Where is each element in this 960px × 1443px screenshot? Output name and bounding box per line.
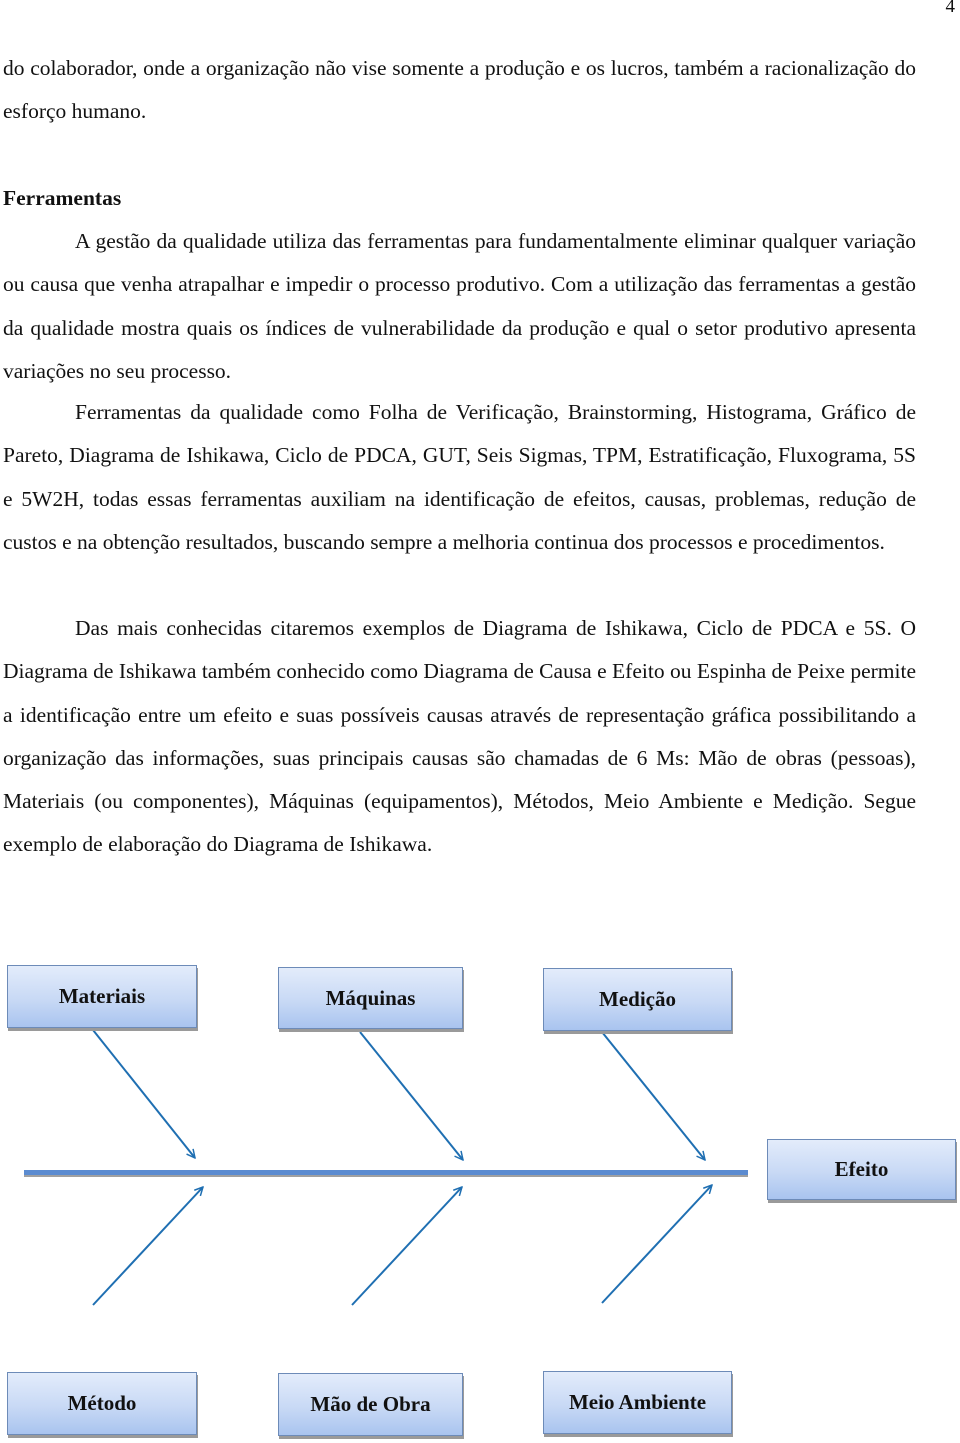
cause-label: Método	[67, 1391, 137, 1415]
cause-box-medicao: Medição	[543, 968, 732, 1031]
spine	[24, 1170, 748, 1175]
section-heading: Ferramentas	[3, 186, 122, 210]
cause-box-materiais: Materiais	[7, 965, 197, 1028]
spine-shadow	[24, 1174, 748, 1177]
arrow-medicao	[601, 1031, 705, 1160]
arrow-mao-de-obra	[351, 1187, 462, 1306]
effect-label: Efeito	[834, 1157, 889, 1181]
page-number: 4	[945, 0, 956, 17]
arrow-meio-ambiente	[601, 1185, 712, 1304]
arrow-materiais	[92, 1029, 195, 1158]
effect-box: Efeito	[767, 1139, 956, 1200]
arrow-metodo	[92, 1187, 203, 1306]
paragraph-3: Das mais conhecidas citaremos exemplos d…	[3, 616, 916, 857]
cause-label: Máquinas	[325, 985, 416, 1010]
cause-label: Materiais	[58, 984, 146, 1008]
paragraph-1: A gestão da qualidade utiliza das ferram…	[3, 229, 916, 383]
cause-label: Meio Ambiente	[568, 1390, 707, 1414]
cause-label: Mão de Obra	[310, 1392, 431, 1416]
cause-label: Medição	[599, 987, 676, 1011]
arrow-maquinas	[359, 1031, 463, 1160]
cause-box-meio-ambiente: Meio Ambiente	[543, 1371, 732, 1434]
paragraph-2: Ferramentas da qualidade como Folha de V…	[3, 400, 916, 554]
paragraph-intro: do colaborador, onde a organização não v…	[3, 56, 916, 124]
cause-box-metodo: Método	[7, 1372, 197, 1435]
cause-box-mao-de-obra: Mão de Obra	[278, 1373, 463, 1436]
cause-box-maquinas: Máquinas	[278, 967, 463, 1029]
